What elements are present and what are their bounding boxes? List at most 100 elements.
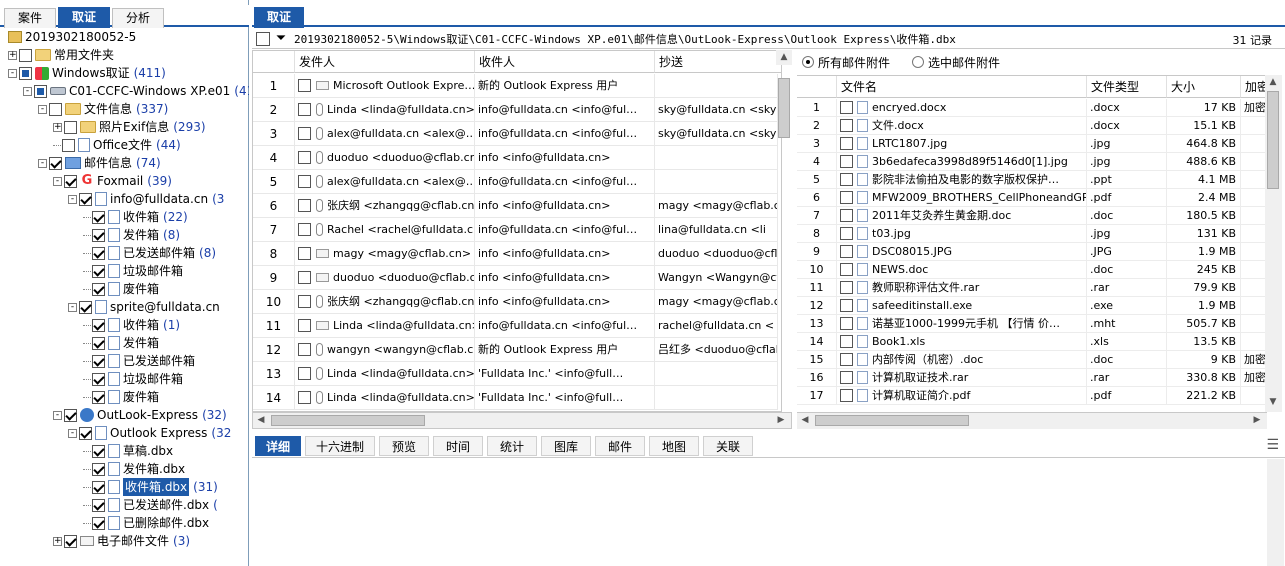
- expand-icon[interactable]: +: [8, 50, 17, 60]
- row-checkbox[interactable]: [840, 154, 853, 168]
- attachment-row[interactable]: 6 MFW2009_BROTHERS_CellPhoneandGPS… .pdf 2.…: [797, 189, 1267, 207]
- radio-all-attachments[interactable]: [802, 56, 814, 68]
- row-checkbox[interactable]: [840, 298, 853, 312]
- tree-checkbox[interactable]: [92, 354, 105, 368]
- tree-node[interactable]: - C01-CCFC-Windows XP.e01(411): [23, 82, 249, 100]
- row-checkbox[interactable]: [840, 190, 853, 204]
- tree-checkbox[interactable]: [49, 156, 62, 170]
- tree-checkbox[interactable]: [92, 228, 105, 242]
- expand-icon[interactable]: +: [53, 536, 62, 546]
- attachment-vertical-scrollbar[interactable]: ▲ ▼: [1265, 75, 1282, 412]
- tree-node[interactable]: 垃圾邮件箱: [83, 262, 187, 280]
- tree-checkbox[interactable]: [64, 534, 77, 548]
- scroll-thumb[interactable]: [815, 415, 969, 426]
- tab-mail[interactable]: 邮件: [595, 436, 645, 456]
- tree-checkbox[interactable]: [79, 426, 92, 440]
- attachment-row[interactable]: 16 计算机取证技术.rar .rar 330.8 KB 加密: [797, 369, 1267, 387]
- tab-forensics[interactable]: 取证: [58, 7, 110, 28]
- tab-detail[interactable]: 详细: [255, 436, 301, 456]
- row-checkbox[interactable]: [840, 388, 853, 402]
- collapse-icon[interactable]: -: [53, 410, 62, 420]
- collapse-icon[interactable]: -: [68, 428, 77, 438]
- attachment-row[interactable]: 8 t03.jpg .jpg 131 KB: [797, 225, 1267, 243]
- tab-map[interactable]: 地图: [649, 436, 699, 456]
- header-size[interactable]: 大小: [1167, 76, 1241, 98]
- attachment-row[interactable]: 5 影院非法偷拍及电影的数字版权保护… .ppt 4.1 MB: [797, 171, 1267, 189]
- tree-checkbox[interactable]: [92, 210, 105, 224]
- mail-vertical-scrollbar[interactable]: ▲: [776, 50, 793, 412]
- scroll-thumb[interactable]: [778, 78, 790, 138]
- tree-checkbox[interactable]: [49, 102, 62, 116]
- tree-node[interactable]: - OutLook-Express (32): [53, 406, 227, 424]
- row-checkbox[interactable]: [298, 270, 311, 284]
- row-checkbox[interactable]: [840, 352, 853, 366]
- tree-checkbox[interactable]: [92, 516, 105, 530]
- mail-row[interactable]: 4 duoduo <duoduo@cflab.cn> info <info@full…: [253, 146, 778, 170]
- attachment-horizontal-scrollbar[interactable]: ◀ ▶: [797, 412, 1267, 429]
- collapse-icon[interactable]: -: [23, 86, 32, 96]
- tree-checkbox[interactable]: [62, 138, 75, 152]
- row-checkbox[interactable]: [840, 226, 853, 240]
- mail-row[interactable]: 5 alex@fulldata.cn <alex@… info@fulldata.c…: [253, 170, 778, 194]
- tree-node[interactable]: + 电子邮件文件 (3): [53, 532, 190, 550]
- attachment-row[interactable]: 10 NEWS.doc .doc 245 KB: [797, 261, 1267, 279]
- mail-row[interactable]: 13 Linda <linda@fulldata.cn> 'Fulldata Inc…: [253, 362, 778, 386]
- tab-analysis[interactable]: 分析: [112, 8, 164, 28]
- tab-forensics-main[interactable]: 取证: [254, 7, 304, 28]
- row-checkbox[interactable]: [840, 316, 853, 330]
- attachment-row[interactable]: 14 Book1.xls .xls 13.5 KB: [797, 333, 1267, 351]
- tree-node[interactable]: - Windows取证 (411): [8, 64, 166, 82]
- tree-node[interactable]: 收件箱 (1): [83, 316, 180, 334]
- scroll-thumb[interactable]: [271, 415, 425, 426]
- row-checkbox[interactable]: [298, 174, 311, 188]
- tree-checkbox[interactable]: [64, 120, 77, 134]
- mail-row[interactable]: 1 Microsoft Outlook Expre… 新的 Outlook Expr…: [253, 74, 778, 98]
- mail-row[interactable]: 7 Rachel <rachel@fulldata.cn> info@fulldat…: [253, 218, 778, 242]
- tree-checkbox[interactable]: [92, 444, 105, 458]
- attachment-row[interactable]: 4 3b6edafeca3998d89f5146d0[1].jpg .jpg 488.…: [797, 153, 1267, 171]
- tree-node[interactable]: 已发送邮件箱 (8): [83, 244, 216, 262]
- collapse-icon[interactable]: -: [38, 104, 47, 114]
- header-encrypted[interactable]: 加密: [1241, 76, 1267, 98]
- row-checkbox[interactable]: [840, 244, 853, 258]
- mail-row[interactable]: 11 Linda <linda@fulldata.cn> info@fulldata…: [253, 314, 778, 338]
- tree-checkbox[interactable]: [92, 264, 105, 278]
- tree-checkbox[interactable]: [92, 318, 105, 332]
- tree-node[interactable]: 发件箱.dbx: [83, 460, 189, 478]
- mail-horizontal-scrollbar[interactable]: ◀ ▶: [252, 412, 792, 429]
- row-checkbox[interactable]: [840, 334, 853, 348]
- tree-node[interactable]: 已发送邮件箱: [83, 352, 199, 370]
- tree-checkbox[interactable]: [92, 282, 105, 296]
- row-checkbox[interactable]: [840, 370, 853, 384]
- tree-node[interactable]: 草稿.dbx: [83, 442, 177, 460]
- tree-checkbox[interactable]: [34, 84, 47, 98]
- row-checkbox[interactable]: [840, 262, 853, 276]
- scroll-thumb[interactable]: [1267, 91, 1279, 189]
- tree-node[interactable]: - G Foxmail (39): [53, 172, 172, 190]
- mail-row[interactable]: 6 张庆纲 <zhangqg@cflab.cn> info <info@fullda…: [253, 194, 778, 218]
- tree-node[interactable]: 废件箱: [83, 388, 163, 406]
- scroll-down-icon[interactable]: ▼: [1265, 395, 1281, 410]
- tab-gallery[interactable]: 图库: [541, 436, 591, 456]
- row-checkbox[interactable]: [840, 208, 853, 222]
- row-checkbox[interactable]: [298, 150, 311, 164]
- row-checkbox[interactable]: [298, 78, 311, 92]
- mail-row[interactable]: 2 Linda <linda@fulldata.cn> info@fulldata.…: [253, 98, 778, 122]
- export-icon[interactable]: [256, 31, 270, 46]
- row-checkbox[interactable]: [298, 390, 311, 404]
- attachment-row[interactable]: 13 诺基亚1000-1999元手机 【行情 价… .mht 505.7 KB: [797, 315, 1267, 333]
- collapse-icon[interactable]: -: [8, 68, 17, 78]
- attachment-row[interactable]: 11 教师职称评估文件.rar .rar 79.9 KB: [797, 279, 1267, 297]
- tree-node[interactable]: 2019302180052-5: [8, 28, 140, 46]
- row-checkbox[interactable]: [298, 318, 311, 332]
- row-checkbox[interactable]: [298, 126, 311, 140]
- tree-node[interactable]: 已删除邮件.dbx: [83, 514, 213, 532]
- header-cc[interactable]: 抄送: [655, 51, 781, 73]
- row-checkbox[interactable]: [298, 222, 311, 236]
- tree-node[interactable]: - info@fulldata.cn (3: [68, 190, 224, 208]
- scroll-right-icon[interactable]: ▶: [773, 413, 789, 428]
- tree-checkbox[interactable]: [92, 372, 105, 386]
- tree-node[interactable]: Office文件 (44): [53, 136, 181, 154]
- tree-node[interactable]: 废件箱: [83, 280, 163, 298]
- collapse-icon[interactable]: -: [68, 194, 77, 204]
